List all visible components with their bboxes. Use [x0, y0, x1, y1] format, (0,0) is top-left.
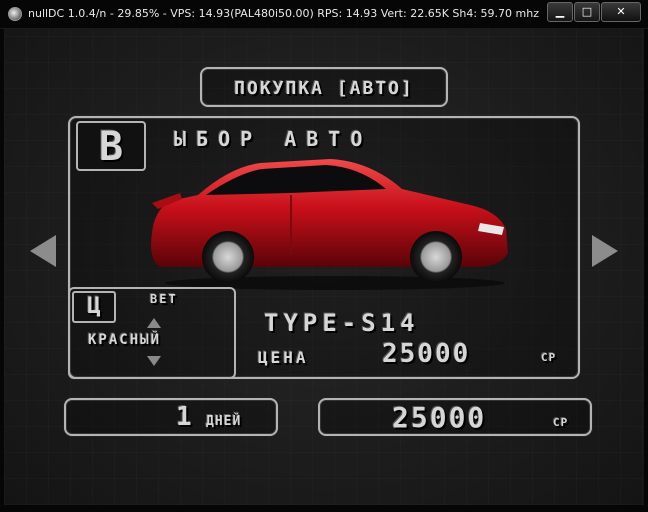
maximize-button[interactable]: □: [574, 2, 600, 22]
window-titlebar[interactable]: nullDC 1.0.4/n - 29.85% - VPS: 14.93(PAL…: [0, 0, 648, 29]
color-label: ВЕТ: [150, 292, 178, 306]
window-border-bottom: [0, 505, 648, 512]
color-initial-letter: Ц: [87, 294, 101, 319]
car-door-line: [290, 195, 292, 255]
car-image: [151, 159, 508, 290]
screen-title: ПОКУПКА [АВТО]: [234, 78, 414, 99]
money-unit: CP: [553, 416, 569, 429]
color-down-arrow-icon[interactable]: [147, 356, 161, 366]
days-value: 1: [176, 402, 192, 432]
days-box: [64, 398, 278, 436]
next-car-arrow-icon[interactable]: [592, 235, 618, 267]
choose-initial-box: В: [76, 121, 146, 171]
car-front-wheel: [410, 231, 462, 283]
price-value: 25000: [382, 339, 471, 369]
car-model-label: TYPE-S14: [264, 309, 420, 337]
price-label: ЦЕНА: [258, 348, 309, 367]
game-screen[interactable]: ПОКУПКА [АВТО] В ЫБОР АВТО Ц ВЕТ КРАСНЫЙ…: [4, 29, 644, 505]
money-value: 25000: [392, 401, 487, 434]
color-initial-box: Ц: [72, 291, 116, 323]
days-label: ДНЕЙ: [206, 414, 242, 429]
prev-car-arrow-icon[interactable]: [30, 235, 56, 267]
window-border-right: [644, 29, 648, 512]
close-button[interactable]: ✕: [601, 2, 641, 22]
car-rear-wheel: [202, 231, 254, 283]
price-unit: CP: [541, 351, 557, 364]
header-box: ПОКУПКА [АВТО]: [200, 67, 448, 107]
minimize-button[interactable]: ▁: [547, 2, 573, 22]
choose-initial-letter: В: [98, 124, 124, 170]
color-up-arrow-icon[interactable]: [147, 318, 161, 328]
app-icon: [8, 7, 22, 21]
color-value[interactable]: КРАСНЫЙ: [88, 332, 161, 348]
window-title: nullDC 1.0.4/n - 29.85% - VPS: 14.93(PAL…: [28, 7, 540, 20]
